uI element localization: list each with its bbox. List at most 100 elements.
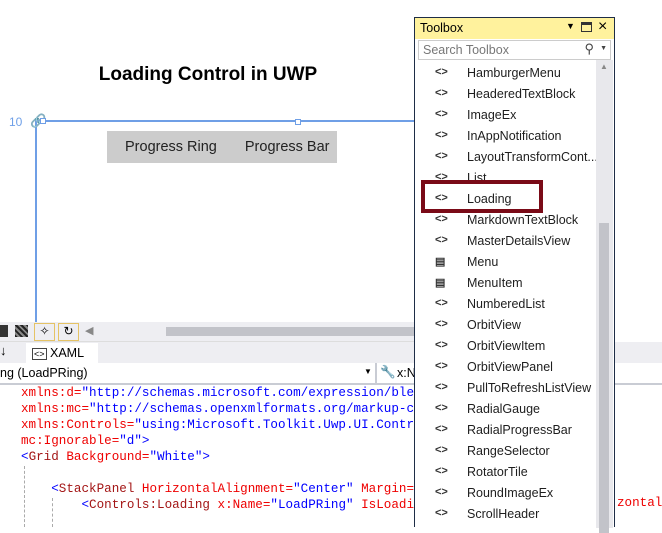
code-icon: <>: [435, 87, 448, 99]
toolbox-item[interactable]: <> ScrollHeader: [415, 505, 595, 526]
selection-frame-left[interactable]: [35, 120, 37, 322]
code-token: "White">: [149, 450, 210, 464]
code-icon: <>: [435, 234, 448, 246]
checker-icon[interactable]: [15, 325, 28, 337]
scroll-left-icon[interactable]: ◀: [85, 324, 93, 337]
toolbox-item[interactable]: <> MarkdownTextBlock: [415, 211, 595, 232]
toolbox-item-label: MasterDetailsView: [467, 234, 571, 248]
toolbox-item[interactable]: <> PullToRefreshListView: [415, 379, 595, 400]
code-token: Margin=: [353, 482, 415, 496]
toolbox-item[interactable]: ▤ Menu: [415, 253, 595, 274]
toolbox-item-label: HamburgerMenu: [467, 66, 561, 80]
highlight-box: [421, 180, 543, 213]
code-line: mc:Ignorable="d">: [21, 433, 149, 449]
tab-xaml[interactable]: <> XAML: [26, 343, 98, 363]
code-icon: <>: [435, 507, 448, 519]
toolbox-item-label: RoundImageEx: [467, 486, 554, 500]
code-token: x:Name=: [209, 498, 271, 512]
toolbox-item[interactable]: <> OrbitViewItem: [415, 337, 595, 358]
toolbox-item[interactable]: <> HeaderedTextBlock: [415, 85, 595, 106]
scrollbar-thumb[interactable]: [599, 223, 609, 533]
code-token: xmlns:mc=: [21, 402, 90, 416]
search-placeholder: Search Toolbox: [423, 43, 509, 57]
toolbox-item[interactable]: <> InAppNotification: [415, 127, 595, 148]
progress-ring-button[interactable]: Progress Ring: [107, 139, 217, 155]
code-token: Controls:Loading: [89, 498, 210, 512]
selection-frame[interactable]: [36, 120, 416, 122]
code-line: <Controls:Loading x:Name="LoadPRing" IsL…: [21, 497, 444, 513]
code-token: "Center": [293, 482, 354, 496]
search-options-icon[interactable]: ▼: [600, 45, 607, 52]
code-line: xmlns:Controls="using:Microsoft.Toolkit.…: [21, 417, 444, 433]
snap-icon[interactable]: ✧: [34, 323, 55, 341]
toolbox-item[interactable]: <> LayoutTransformCont...: [415, 148, 598, 169]
toolbox-panel: Toolbox ▼ × Search Toolbox ⚲ ▼ <> Hamburg…: [414, 17, 615, 533]
toolbox-item-label: Menu: [467, 255, 499, 269]
toolbox-item[interactable]: <> RadialProgressBar: [415, 421, 595, 442]
toolbox-item[interactable]: <> RadialGauge: [415, 400, 595, 421]
scroll-up-icon[interactable]: ▲: [600, 62, 608, 71]
code-icon: <>: [435, 339, 448, 351]
page-title: Loading Control in UWP: [98, 64, 318, 85]
toolbox-item-label: NumberedList: [467, 297, 545, 311]
toolbox-item[interactable]: <> OrbitView: [415, 316, 595, 337]
code-token: "LoadPRing": [270, 498, 354, 512]
toolbox-item[interactable]: <> MasterDetailsView: [415, 232, 595, 253]
code-icon: <>: [435, 465, 448, 477]
code-token: xmlns:d=: [21, 386, 82, 400]
resize-handle[interactable]: [40, 118, 46, 124]
toolbox-search-input[interactable]: Search Toolbox ⚲ ▼: [418, 40, 611, 60]
search-icon[interactable]: ⚲: [584, 41, 594, 57]
code-token: StackPanel: [58, 482, 135, 496]
toolbox-item[interactable]: <> RotatorTile: [415, 463, 595, 484]
refresh-icon[interactable]: ↻: [58, 323, 79, 341]
menu-icon: ▤: [435, 256, 446, 268]
toolbox-item[interactable]: <> NumberedList: [415, 295, 595, 316]
grid-icon[interactable]: [0, 325, 8, 337]
toolbox-item[interactable]: <> OrbitViewPanel: [415, 358, 595, 379]
code-token: <: [21, 498, 90, 512]
xaml-icon: <>: [32, 348, 47, 360]
code-line: <StackPanel HorizontalAlignment="Center"…: [21, 481, 444, 497]
toolbox-item-label: LayoutTransformCont...: [467, 150, 598, 164]
toolbox-item[interactable]: <> RangeSelector: [415, 442, 595, 463]
indent-guide: [24, 466, 25, 527]
code-icon: <>: [435, 381, 448, 393]
toolbox-header: Toolbox ▼ ×: [415, 18, 614, 39]
code-token: HorizontalAlignment=: [134, 482, 294, 496]
maximize-icon[interactable]: [581, 22, 592, 32]
horizontal-scrollbar[interactable]: [166, 327, 416, 336]
toolbox-item[interactable]: ▤ MenuItem: [415, 274, 595, 295]
resize-handle[interactable]: [295, 119, 301, 125]
button-panel: Progress Ring Progress Bar: [107, 131, 337, 163]
code-line: <Grid Background="White">: [21, 449, 210, 465]
toolbox-item-label: PullToRefreshListView: [467, 381, 592, 395]
code-icon: <>: [435, 360, 448, 372]
code-icon: <>: [435, 318, 448, 330]
code-icon: <>: [435, 129, 448, 141]
member-dropdown[interactable]: x:N: [397, 366, 416, 380]
code-line: xmlns:mc="http://schemas.openxmlformats.…: [21, 401, 444, 417]
element-dropdown[interactable]: ng (LoadPRing): [0, 366, 88, 380]
toolbox-title: Toolbox: [420, 21, 464, 35]
tab-label: XAML: [50, 346, 85, 360]
toolbox-item[interactable]: <> HamburgerMenu: [415, 64, 595, 85]
code-line: xmlns:d="http://schemas.microsoft.com/ex…: [21, 385, 444, 401]
toolbox-item[interactable]: <> RoundImageEx: [415, 484, 595, 505]
code-token: Grid: [28, 450, 59, 464]
code-icon: <>: [435, 150, 448, 162]
toolbox-item[interactable]: <> ImageEx: [415, 106, 595, 127]
toolbox-item-label: RotatorTile: [467, 465, 528, 479]
code-icon: <>: [435, 66, 448, 78]
code-token: <: [21, 450, 29, 464]
close-icon[interactable]: ×: [598, 18, 607, 36]
chevron-down-icon[interactable]: ▼: [364, 367, 372, 376]
code-token: xmlns:Controls=: [21, 418, 135, 432]
code-icon: <>: [435, 213, 448, 225]
swap-icon[interactable]: ↓: [0, 343, 7, 358]
toolbox-scrollbar[interactable]: ▲: [596, 60, 613, 533]
progress-bar-button[interactable]: Progress Bar: [217, 139, 330, 155]
ruler-value: 10: [9, 115, 23, 129]
dropdown-icon[interactable]: ▼: [566, 21, 575, 31]
code-icon: <>: [435, 297, 448, 309]
